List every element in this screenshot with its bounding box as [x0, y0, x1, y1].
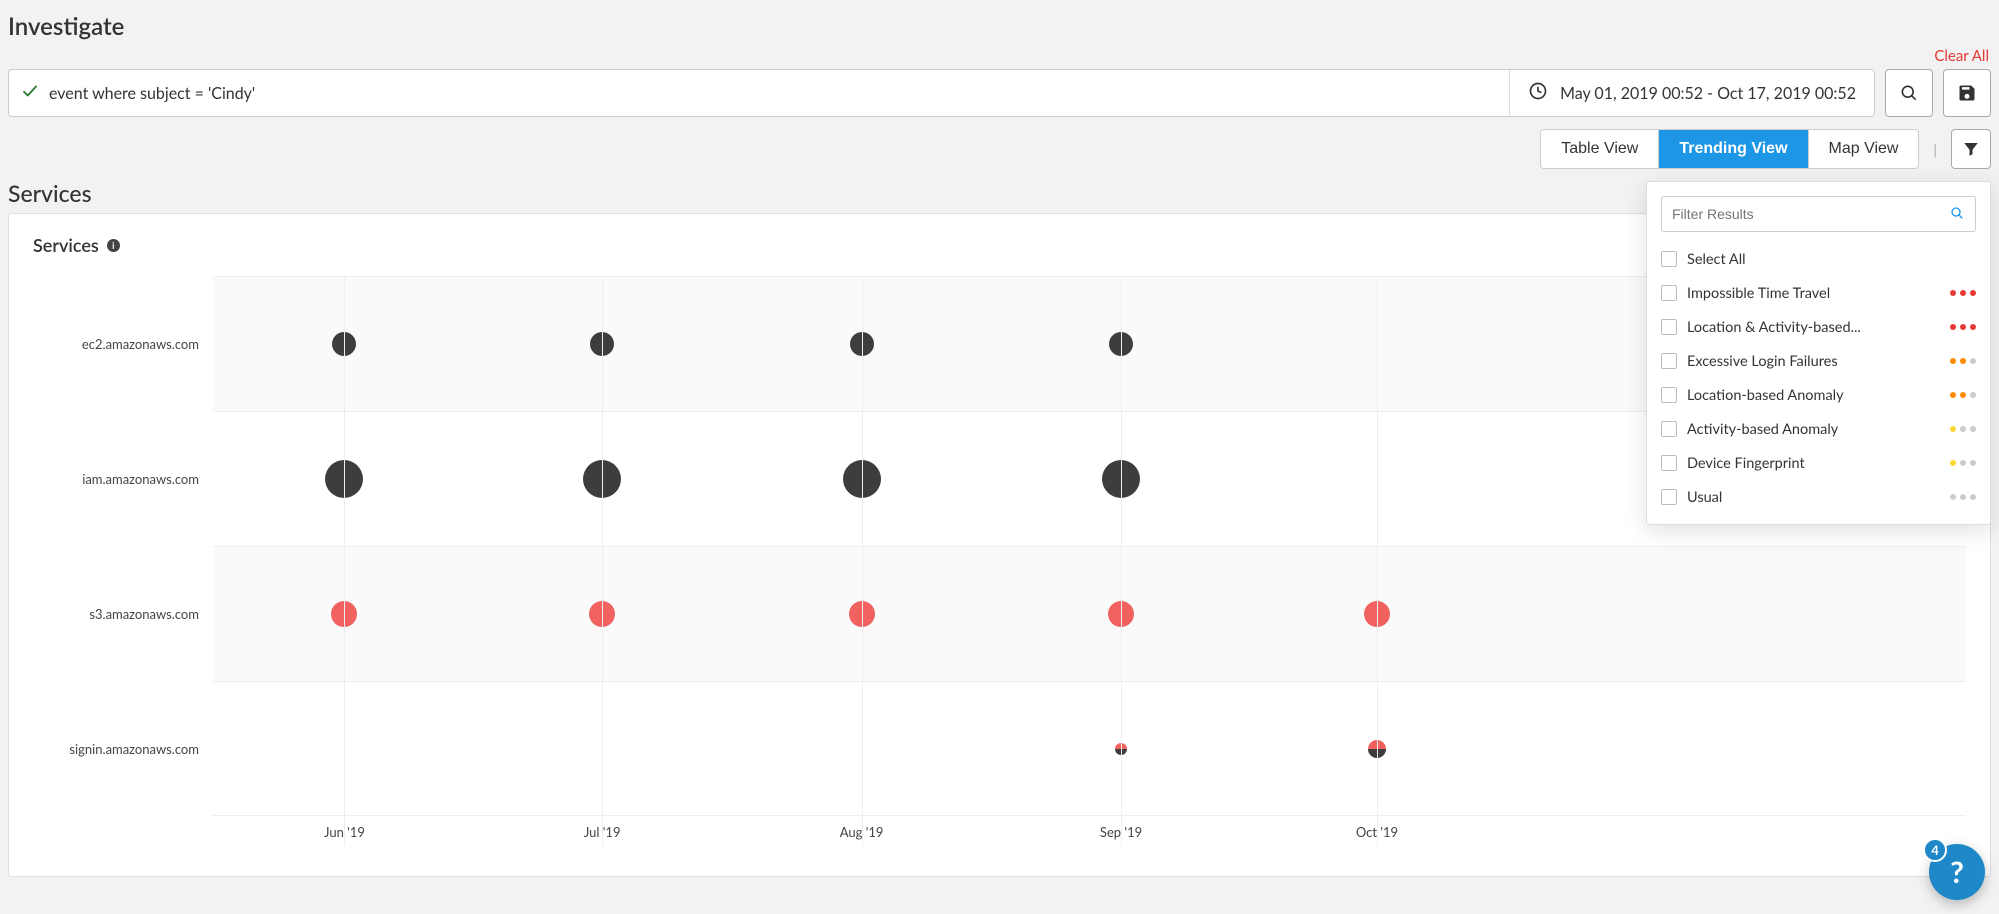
filter-item-label: Excessive Login Failures [1687, 353, 1940, 370]
data-bubble[interactable] [850, 332, 874, 356]
separator: | [1931, 141, 1939, 158]
data-bubble[interactable] [589, 601, 615, 627]
filter-popover: Select All Impossible Time Travel Locatio… [1646, 181, 1991, 525]
x-axis-label: Oct '19 [1356, 824, 1398, 840]
clear-all-link[interactable]: Clear All [1934, 47, 1989, 65]
filter-item[interactable]: Device Fingerprint [1661, 446, 1976, 480]
chart-row [213, 546, 1966, 681]
y-axis-label: ec2.amazonaws.com [33, 276, 213, 411]
data-bubble[interactable] [325, 460, 363, 498]
data-bubble[interactable] [1102, 460, 1140, 498]
checkbox[interactable] [1661, 387, 1677, 403]
checkbox[interactable] [1661, 489, 1677, 505]
filter-item[interactable]: Impossible Time Travel [1661, 276, 1976, 310]
filter-item[interactable]: Location & Activity-based... [1661, 310, 1976, 344]
help-button[interactable]: ? 4 [1929, 844, 1985, 900]
data-bubble[interactable] [849, 601, 875, 627]
y-axis-label: s3.amazonaws.com [33, 546, 213, 681]
severity-dots [1950, 358, 1976, 364]
severity-dots [1950, 392, 1976, 398]
severity-dots [1950, 494, 1976, 500]
data-bubble[interactable] [843, 460, 881, 498]
date-range-picker[interactable]: May 01, 2019 00:52 - Oct 17, 2019 00:52 [1510, 70, 1874, 116]
filter-item-label: Activity-based Anomaly [1687, 421, 1940, 438]
x-axis-label: Sep '19 [1100, 824, 1142, 840]
data-bubble[interactable] [1108, 601, 1134, 627]
checkbox[interactable] [1661, 421, 1677, 437]
y-axis-label: signin.amazonaws.com [33, 681, 213, 816]
checkbox[interactable] [1661, 353, 1677, 369]
severity-dots [1950, 290, 1976, 296]
check-icon [21, 82, 39, 104]
data-bubble[interactable] [583, 460, 621, 498]
page-title: Investigate [2, 12, 1997, 47]
filter-item[interactable]: Activity-based Anomaly [1661, 412, 1976, 446]
checkbox[interactable] [1661, 251, 1677, 267]
info-icon[interactable]: i [107, 239, 120, 252]
filter-item[interactable]: Location-based Anomaly [1661, 378, 1976, 412]
tab-map-view[interactable]: Map View [1809, 130, 1919, 168]
filter-item-label: Location & Activity-based... [1687, 319, 1940, 336]
query-box: event where subject = 'Cindy' May 01, 20… [8, 69, 1875, 117]
tab-table-view[interactable]: Table View [1541, 130, 1659, 168]
severity-dots [1950, 324, 1976, 330]
filter-item-label: Impossible Time Travel [1687, 285, 1940, 302]
data-bubble[interactable] [331, 601, 357, 627]
data-bubble[interactable] [1368, 749, 1386, 758]
data-bubble[interactable] [1115, 749, 1127, 755]
severity-dots [1950, 460, 1976, 466]
chart-row [213, 681, 1966, 816]
data-bubble[interactable] [332, 332, 356, 356]
checkbox[interactable] [1661, 455, 1677, 471]
filter-search[interactable] [1661, 196, 1976, 232]
filter-item-label: Usual [1687, 489, 1940, 506]
query-input[interactable]: event where subject = 'Cindy' [9, 70, 1510, 116]
x-axis-label: Jun '19 [324, 824, 365, 840]
data-bubble[interactable] [1109, 332, 1133, 356]
y-axis-label: iam.amazonaws.com [33, 411, 213, 546]
save-button[interactable] [1943, 69, 1991, 117]
filter-item[interactable]: Usual [1661, 480, 1976, 514]
search-button[interactable] [1885, 69, 1933, 117]
x-axis-label: Aug '19 [840, 824, 884, 840]
filter-item[interactable]: Excessive Login Failures [1661, 344, 1976, 378]
tab-trending-view[interactable]: Trending View [1659, 130, 1808, 168]
filter-item-label: Location-based Anomaly [1687, 387, 1940, 404]
checkbox[interactable] [1661, 319, 1677, 335]
data-bubble[interactable] [590, 332, 614, 356]
view-switch: Table View Trending View Map View [1540, 129, 1919, 169]
severity-dots [1950, 426, 1976, 432]
data-bubble[interactable] [1364, 601, 1390, 627]
filter-select-all[interactable]: Select All [1661, 242, 1976, 276]
date-range-text: May 01, 2019 00:52 - Oct 17, 2019 00:52 [1560, 84, 1856, 103]
clock-icon [1528, 81, 1548, 105]
data-bubble[interactable] [1368, 740, 1386, 749]
query-text: event where subject = 'Cindy' [49, 84, 255, 103]
checkbox[interactable] [1661, 285, 1677, 301]
x-axis-label: Jul '19 [584, 824, 621, 840]
filter-button[interactable] [1951, 129, 1991, 169]
help-badge: 4 [1923, 838, 1947, 862]
filter-item-label: Device Fingerprint [1687, 455, 1940, 472]
search-icon[interactable] [1949, 205, 1965, 224]
filter-search-input[interactable] [1672, 206, 1949, 222]
